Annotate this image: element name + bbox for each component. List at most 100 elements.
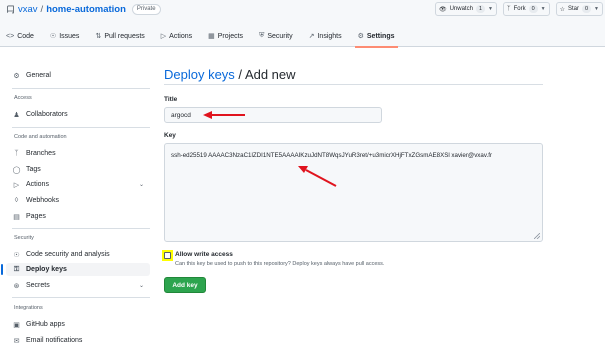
repo-tabs: <> Code ☉ Issues ⇅ Pull requests ▷ Actions ▦… xyxy=(6,29,398,48)
star-button[interactable]: ☆ Star 0 ▼ xyxy=(555,2,603,16)
sidebar-item-label: Secrets xyxy=(26,282,50,289)
repo-owner-link[interactable]: vxav xyxy=(18,4,38,15)
sidebar-heading-integrations: Integrations xyxy=(14,305,43,311)
sidebar-item-pages[interactable]: ▤ Pages xyxy=(6,210,150,223)
tab-issues[interactable]: ☉ Issues xyxy=(50,29,80,43)
chevron-down-icon: ⌄ xyxy=(138,182,144,188)
play-icon: ▷ xyxy=(13,181,20,189)
chevron-down-icon: ⌄ xyxy=(138,283,144,289)
sidebar-divider xyxy=(12,127,150,128)
sidebar-item-general[interactable]: ⚙ General xyxy=(6,69,150,82)
repo-actions: 👁 Unwatch 1 ▼ ᛉ Fork 0 ▼ ☆ Star 0 ▼ xyxy=(434,2,603,16)
write-access-label[interactable]: Allow write access xyxy=(175,251,233,258)
breadcrumb-separator: / xyxy=(234,67,245,82)
breadcrumb-current: Add new xyxy=(244,67,296,82)
tab-settings[interactable]: ⚙ Settings xyxy=(354,29,398,48)
sidebar-item-email-notifications[interactable]: ✉ Email notifications xyxy=(6,334,150,347)
shield-icon: ⛨ xyxy=(259,32,265,39)
sidebar-heading-code: Code and automation xyxy=(14,134,67,140)
sidebar-item-deploy-keys[interactable]: ⚿ Deploy keys xyxy=(1,263,150,276)
tab-actions[interactable]: ▷ Actions xyxy=(161,29,192,43)
sidebar-divider xyxy=(12,88,150,89)
tab-label: Projects xyxy=(217,32,244,40)
chevron-down-icon: ▼ xyxy=(488,6,493,12)
tab-pull-requests[interactable]: ⇅ Pull requests xyxy=(95,29,144,43)
fork-count: 0 xyxy=(528,5,538,13)
tab-label: Settings xyxy=(366,32,395,40)
sidebar-item-label: Tags xyxy=(26,166,41,173)
browser-icon: ▤ xyxy=(13,213,20,221)
people-icon: ♟ xyxy=(13,111,20,119)
tab-label: Pull requests xyxy=(104,32,145,40)
title-input[interactable]: argocd xyxy=(164,107,382,123)
unwatch-button[interactable]: 👁 Unwatch 1 ▼ xyxy=(434,2,497,16)
tab-code[interactable]: <> Code xyxy=(6,29,34,43)
sidebar-item-branches[interactable]: ᛉ Branches xyxy=(6,147,150,160)
pull-request-icon: ⇅ xyxy=(95,33,102,40)
code-icon: <> xyxy=(6,32,15,40)
sidebar-divider xyxy=(12,297,150,298)
repo-header: vxav / home-automation Private 👁 Unwatch… xyxy=(0,0,605,48)
sidebar-item-label: Branches xyxy=(26,150,56,157)
apps-icon: ▣ xyxy=(13,321,20,329)
gear-icon: ⚙ xyxy=(357,33,364,40)
fork-label: Fork xyxy=(513,6,526,12)
repo-separator: / xyxy=(40,4,44,15)
star-count: 0 xyxy=(581,5,592,13)
play-icon: ▷ xyxy=(160,33,167,40)
tab-label: Actions xyxy=(169,32,193,40)
unwatch-label: Unwatch xyxy=(449,6,473,12)
repo-name-link[interactable]: home-automation xyxy=(46,4,126,15)
key-label: Key xyxy=(164,132,176,139)
breadcrumb-deploy-keys-link[interactable]: Deploy keys xyxy=(164,67,235,82)
sidebar-item-actions[interactable]: ▷ Actions ⌄ xyxy=(6,178,150,191)
gear-icon: ⚙ xyxy=(13,72,20,80)
add-key-button[interactable]: Add key xyxy=(164,277,206,293)
key-textarea-value: ssh-ed25519 AAAAC3NzaC1lZDI1NTE5AAAAIKzu… xyxy=(171,152,492,159)
issue-icon: ☉ xyxy=(49,33,57,40)
fork-icon: ᛉ xyxy=(506,6,511,12)
visibility-badge: Private xyxy=(131,4,161,15)
write-access-help: Can this key be used to push to this rep… xyxy=(175,261,385,267)
sidebar-divider xyxy=(12,228,150,229)
fork-button[interactable]: ᛉ Fork 0 ▼ xyxy=(502,2,550,16)
tab-label: Insights xyxy=(317,32,342,40)
page-title: Deploy keys / Add new xyxy=(164,67,296,82)
sidebar-item-label: GitHub apps xyxy=(26,321,65,328)
sidebar-item-label: General xyxy=(26,72,51,79)
sidebar-item-code-security[interactable]: ☉ Code security and analysis xyxy=(6,248,150,261)
table-icon: ▦ xyxy=(208,33,215,40)
asterisk-icon: ⊛ xyxy=(13,282,20,290)
sidebar-item-label: Webhooks xyxy=(26,197,59,204)
star-icon: ☆ xyxy=(559,6,565,13)
resize-handle-icon[interactable] xyxy=(534,233,540,239)
sidebar-item-secrets[interactable]: ⊛ Secrets ⌄ xyxy=(6,279,150,292)
sidebar-item-tags[interactable]: ◯ Tags xyxy=(6,163,150,176)
tab-label: Code xyxy=(17,32,34,40)
eye-icon: 👁 xyxy=(438,6,447,13)
sidebar-item-label: Collaborators xyxy=(26,111,68,118)
sidebar-item-label: Email notifications xyxy=(26,337,83,344)
tab-projects[interactable]: ▦ Projects xyxy=(208,29,243,43)
title-divider xyxy=(164,84,543,85)
tag-icon: ◯ xyxy=(12,166,21,174)
webhook-icon: ◊ xyxy=(14,197,19,204)
branch-icon: ᛉ xyxy=(14,150,19,157)
sidebar-item-label: Actions xyxy=(26,181,49,188)
tab-insights[interactable]: ↗ Insights xyxy=(309,29,342,43)
write-access-checkbox[interactable] xyxy=(164,252,171,259)
chevron-down-icon: ▼ xyxy=(594,6,599,12)
sidebar-item-collaborators[interactable]: ♟ Collaborators xyxy=(6,108,150,121)
sidebar-item-github-apps[interactable]: ▣ GitHub apps xyxy=(6,318,150,331)
sidebar-heading-security: Security xyxy=(14,235,34,241)
key-textarea[interactable]: ssh-ed25519 AAAAC3NzaC1lZDI1NTE5AAAAIKzu… xyxy=(164,143,543,242)
sidebar-item-webhooks[interactable]: ◊ Webhooks xyxy=(6,194,150,207)
unwatch-count: 1 xyxy=(475,5,485,13)
sidebar-item-label: Deploy keys xyxy=(26,266,67,273)
title-input-value: argocd xyxy=(171,111,191,119)
sidebar-heading-access: Access xyxy=(14,95,32,101)
codescan-icon: ☉ xyxy=(13,251,20,259)
graph-icon: ↗ xyxy=(308,33,315,40)
tab-security[interactable]: ⛨ Security xyxy=(259,29,293,43)
mail-icon: ✉ xyxy=(13,337,20,345)
